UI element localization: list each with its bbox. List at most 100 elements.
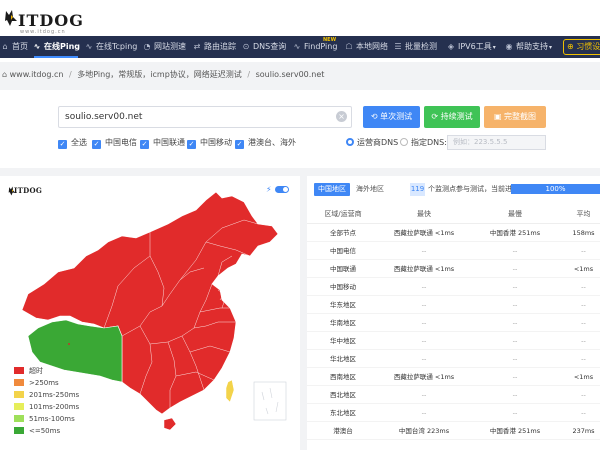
legend-swatch [14,367,24,374]
continuous-test-button[interactable]: ⟳ 持续测试 [424,106,480,128]
checkmark-icon: ✓ [187,140,196,149]
chevron-down-icon: ▾ [492,44,496,51]
legend-item: <=50ms [14,426,94,436]
map-toggle-switch[interactable] [275,186,289,193]
site-logo[interactable]: ITDOG www.itdog.cn [2,5,83,35]
table-cell-slowest: 中国香港 251ms [489,427,541,435]
tab-overseas-region[interactable]: 海外地区 [353,183,387,196]
nav-online-ping[interactable]: ∿ 在线Ping [32,36,80,58]
table-row[interactable]: 华东地区 -- -- -- [307,296,600,314]
table-cell-slowest: -- [512,409,518,417]
table-row[interactable]: 华南地区 -- -- -- [307,314,600,332]
table-row[interactable]: 港澳台 中国台湾 223ms 中国香港 251ms 237ms [307,422,600,440]
table-cell-avg: 158ms [572,229,595,237]
nav-label: 首页 [12,42,28,51]
checkbox-select-all[interactable]: ✓ 全选 [58,137,87,149]
lhasa-node-marker [68,343,70,345]
list-icon: ☰ [394,42,402,51]
column-header[interactable]: 区域/运营商 [307,204,379,224]
table-row[interactable]: 中国移动 -- -- -- [307,278,600,296]
legend-item: >250ms [14,378,94,388]
breadcrumb-target: soulio.serv00.net [255,70,325,79]
target-url-input[interactable]: soulio.serv00.net [58,106,352,128]
table-cell-fastest: 中国台湾 223ms [398,427,450,435]
checkbox-unicom[interactable]: ✓ 中国联通 [140,137,185,149]
legend-swatch [14,427,24,434]
checkbox-overseas[interactable]: ✓ 港澳台、海外 [235,137,296,149]
table-row[interactable]: 华北地区 -- -- -- [307,350,600,368]
table-cell-slowest: 中国香港 251ms [489,229,541,237]
custom-dns-input[interactable]: 例如：223.5.5.5 [447,135,546,150]
table-cell-avg: <1ms [573,265,594,273]
column-header[interactable]: 最慢 [469,204,561,224]
habit-settings-button[interactable]: ⊕ 习惯设置 [563,39,600,55]
table-row[interactable]: 东北地区 -- -- -- [307,404,600,422]
latency-map-card: ITDOG ⚡ 超时 >250ms 201ms-250ms 101ms-200m… [0,176,300,450]
camera-icon: ▣ [493,112,502,121]
table-cell-slowest: -- [512,247,518,255]
results-table-header: 区域/运营商 最快 最慢 平均 [307,204,600,224]
column-header[interactable]: 平均 [561,204,600,224]
breadcrumb: ⌂ www.itdog.cn / 多地Ping，常规版，icmp协议，网络延迟测… [0,62,600,88]
nav-batch-check[interactable]: ☰ 批量检测 [393,36,437,58]
legend-swatch [14,415,24,422]
ipv6-icon: ◈ [447,42,455,51]
breadcrumb-separator: / [247,70,251,79]
nav-online-tcping[interactable]: ∿ 在线Tcping [84,36,138,58]
test-control-panel: soulio.serv00.net × ⟲ 单次测试 ⟳ 持续测试 ▣ 完整截图… [0,90,600,168]
table-row[interactable]: 西北地区 -- -- -- [307,386,600,404]
nav-traceroute[interactable]: ⇄ 路由追踪 [192,36,236,58]
lightning-icon: ⚡ [266,185,272,194]
home-icon[interactable]: ⌂ [2,70,7,79]
map-logo-text: ITDOG [14,186,43,195]
breadcrumb-tool[interactable]: 多地Ping，常规版，icmp协议，网络延迟测试 [77,70,242,79]
nav-label: 网站测速 [154,42,186,51]
nav-dns-query[interactable]: ⊙ DNS查询 [241,36,287,58]
checkbox-mobile[interactable]: ✓ 中国移动 [187,137,232,149]
table-cell-slowest: -- [512,373,518,381]
table-cell-slowest: -- [512,337,518,345]
nav-home[interactable]: ⌂ 首页 [0,36,28,58]
table-cell-region: 全部节点 [330,229,356,237]
nav-label: 帮助支持 [516,42,548,51]
table-cell-slowest: -- [512,355,518,363]
breadcrumb-site[interactable]: www.itdog.cn [10,70,64,79]
clear-input-icon[interactable]: × [336,111,347,122]
column-header[interactable]: 最快 [379,204,469,224]
main-nav: ⌂ 首页 ∿ 在线Ping ∿ 在线Tcping ◔ 网站测速 ⇄ 路由追踪 ⊙ DNS查询… [0,36,600,58]
table-cell-fastest: -- [421,283,427,291]
nav-label: 路由追踪 [204,42,236,51]
logo-text: ITDOG [18,11,84,30]
table-row[interactable]: 华中地区 -- -- -- [307,332,600,350]
legend-label: <=50ms [29,427,61,435]
table-row[interactable]: 全部节点 西藏拉萨联通 <1ms 中国香港 251ms 158ms [307,224,600,242]
radio-operator-dns[interactable]: 运营商DNS [346,137,398,149]
single-test-button[interactable]: ⟲ 单次测试 [363,106,420,128]
table-cell-region: 中国电信 [330,247,356,255]
repeat-icon: ⟳ [431,112,439,121]
nav-site-speed[interactable]: ◔ 网站测速 [142,36,187,58]
chevron-down-icon: ▾ [549,44,553,51]
nav-help[interactable]: ◉ 帮助支持▾ [504,36,553,58]
table-row[interactable]: 西南地区 西藏拉萨联通 <1ms -- <1ms [307,368,600,386]
checkbox-label: 中国移动 [200,138,232,147]
nav-label: 在线Tcping [96,42,138,51]
full-screenshot-button[interactable]: ▣ 完整截图 [484,106,546,128]
radio-custom-dns[interactable]: 指定DNS: [400,137,447,149]
nav-ipv6-tools[interactable]: ◈ IPV6工具▾ [446,36,496,58]
tab-china-region[interactable]: 中国地区 [314,183,350,196]
table-row[interactable]: 中国联通 西藏拉萨联通 <1ms -- <1ms [307,260,600,278]
table-cell-fastest: -- [421,337,427,345]
nav-label: DNS查询 [253,42,287,51]
nav-local-network[interactable]: ☖ 本地网络 [344,36,388,58]
checkbox-telecom[interactable]: ✓ 中国电信 [92,137,137,149]
table-row[interactable]: 中国电信 -- -- -- [307,242,600,260]
table-cell-region: 华中地区 [330,337,356,345]
legend-swatch [14,403,24,410]
legend-label: >250ms [29,379,59,387]
table-cell-region: 华南地区 [330,319,356,327]
legend-swatch [14,379,24,386]
checkbox-label: 中国电信 [105,138,137,147]
checkbox-label: 中国联通 [153,138,185,147]
radio-dot [346,138,354,146]
